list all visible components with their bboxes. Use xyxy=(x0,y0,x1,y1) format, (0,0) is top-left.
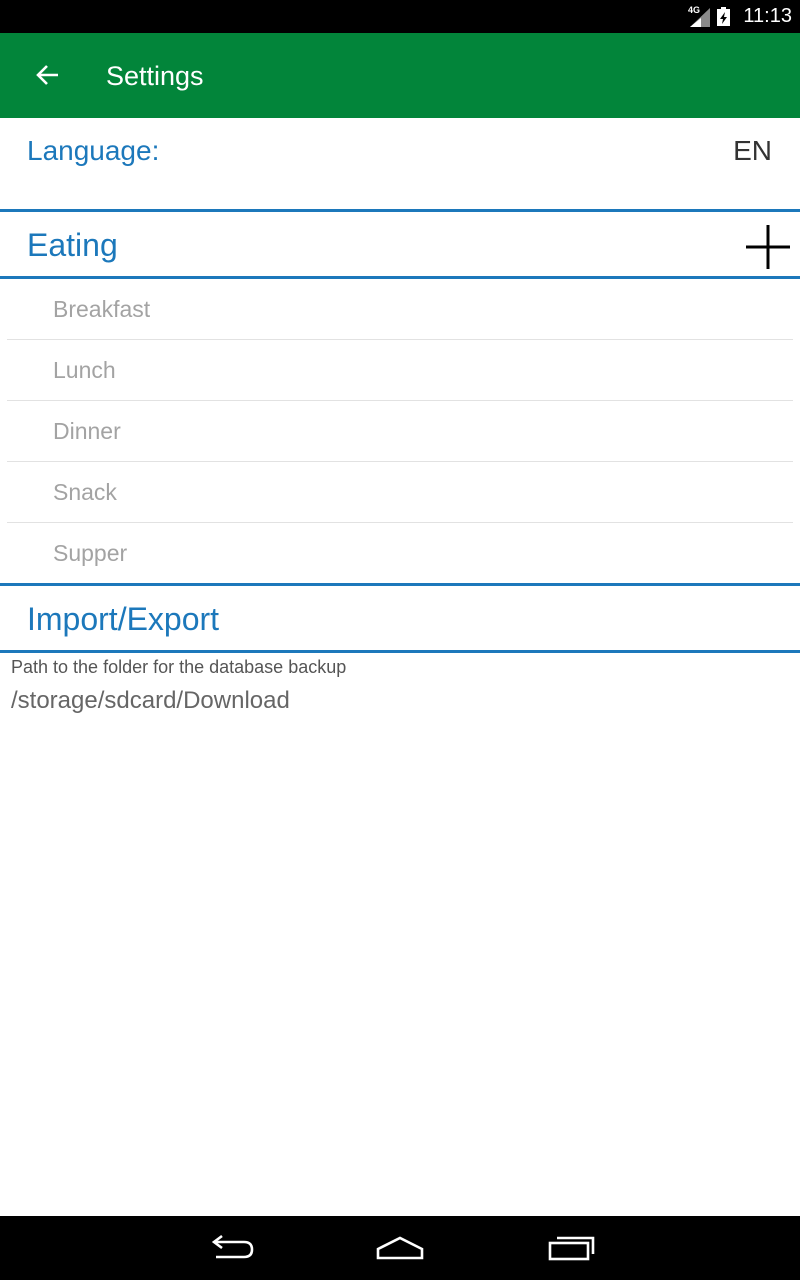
meal-label: Lunch xyxy=(53,357,116,383)
meal-label: Supper xyxy=(53,540,128,566)
list-item[interactable]: Dinner xyxy=(7,401,793,462)
recents-icon xyxy=(548,1236,595,1261)
list-item[interactable]: Snack xyxy=(7,462,793,523)
nav-home-button[interactable] xyxy=(370,1228,430,1268)
language-value[interactable]: EN xyxy=(733,135,772,167)
list-item[interactable]: Breakfast xyxy=(7,279,793,340)
nav-recents-button[interactable] xyxy=(541,1228,601,1268)
signal-icon xyxy=(690,8,710,27)
add-meal-button[interactable] xyxy=(744,223,792,271)
list-item[interactable]: Supper xyxy=(7,523,793,583)
section-divider xyxy=(0,209,800,212)
import-export-section-title: Import/Export xyxy=(27,601,220,637)
language-setting[interactable]: Language: EN xyxy=(0,118,800,209)
import-export-section-header: Import/Export xyxy=(0,587,800,650)
meal-label: Breakfast xyxy=(53,296,151,322)
app-bar: Settings xyxy=(0,33,800,118)
eating-section-header: Eating xyxy=(0,213,800,276)
backup-path-field[interactable]: /storage/sdcard/Download xyxy=(11,687,290,715)
language-label: Language: xyxy=(27,135,160,166)
backup-path-caption: Path to the folder for the database back… xyxy=(11,657,347,677)
back-icon xyxy=(211,1234,254,1259)
plus-icon xyxy=(746,225,790,269)
meal-label: Dinner xyxy=(53,418,121,444)
system-nav-bar xyxy=(0,1216,800,1280)
eating-section-title: Eating xyxy=(27,227,118,263)
battery-icon xyxy=(717,7,730,26)
page-title: Settings xyxy=(106,61,204,91)
meal-label: Snack xyxy=(53,479,117,505)
status-bar: 4G 11:13 xyxy=(0,0,800,33)
meal-list: Breakfast Lunch Dinner Snack Supper xyxy=(0,279,800,583)
status-clock: 11:13 xyxy=(743,5,792,27)
list-item[interactable]: Lunch xyxy=(7,340,793,401)
arrow-back-icon xyxy=(36,65,58,85)
nav-back-button[interactable] xyxy=(200,1228,260,1268)
section-divider xyxy=(0,650,800,653)
back-button[interactable] xyxy=(26,53,70,97)
home-icon xyxy=(376,1236,424,1260)
section-divider xyxy=(0,583,800,586)
